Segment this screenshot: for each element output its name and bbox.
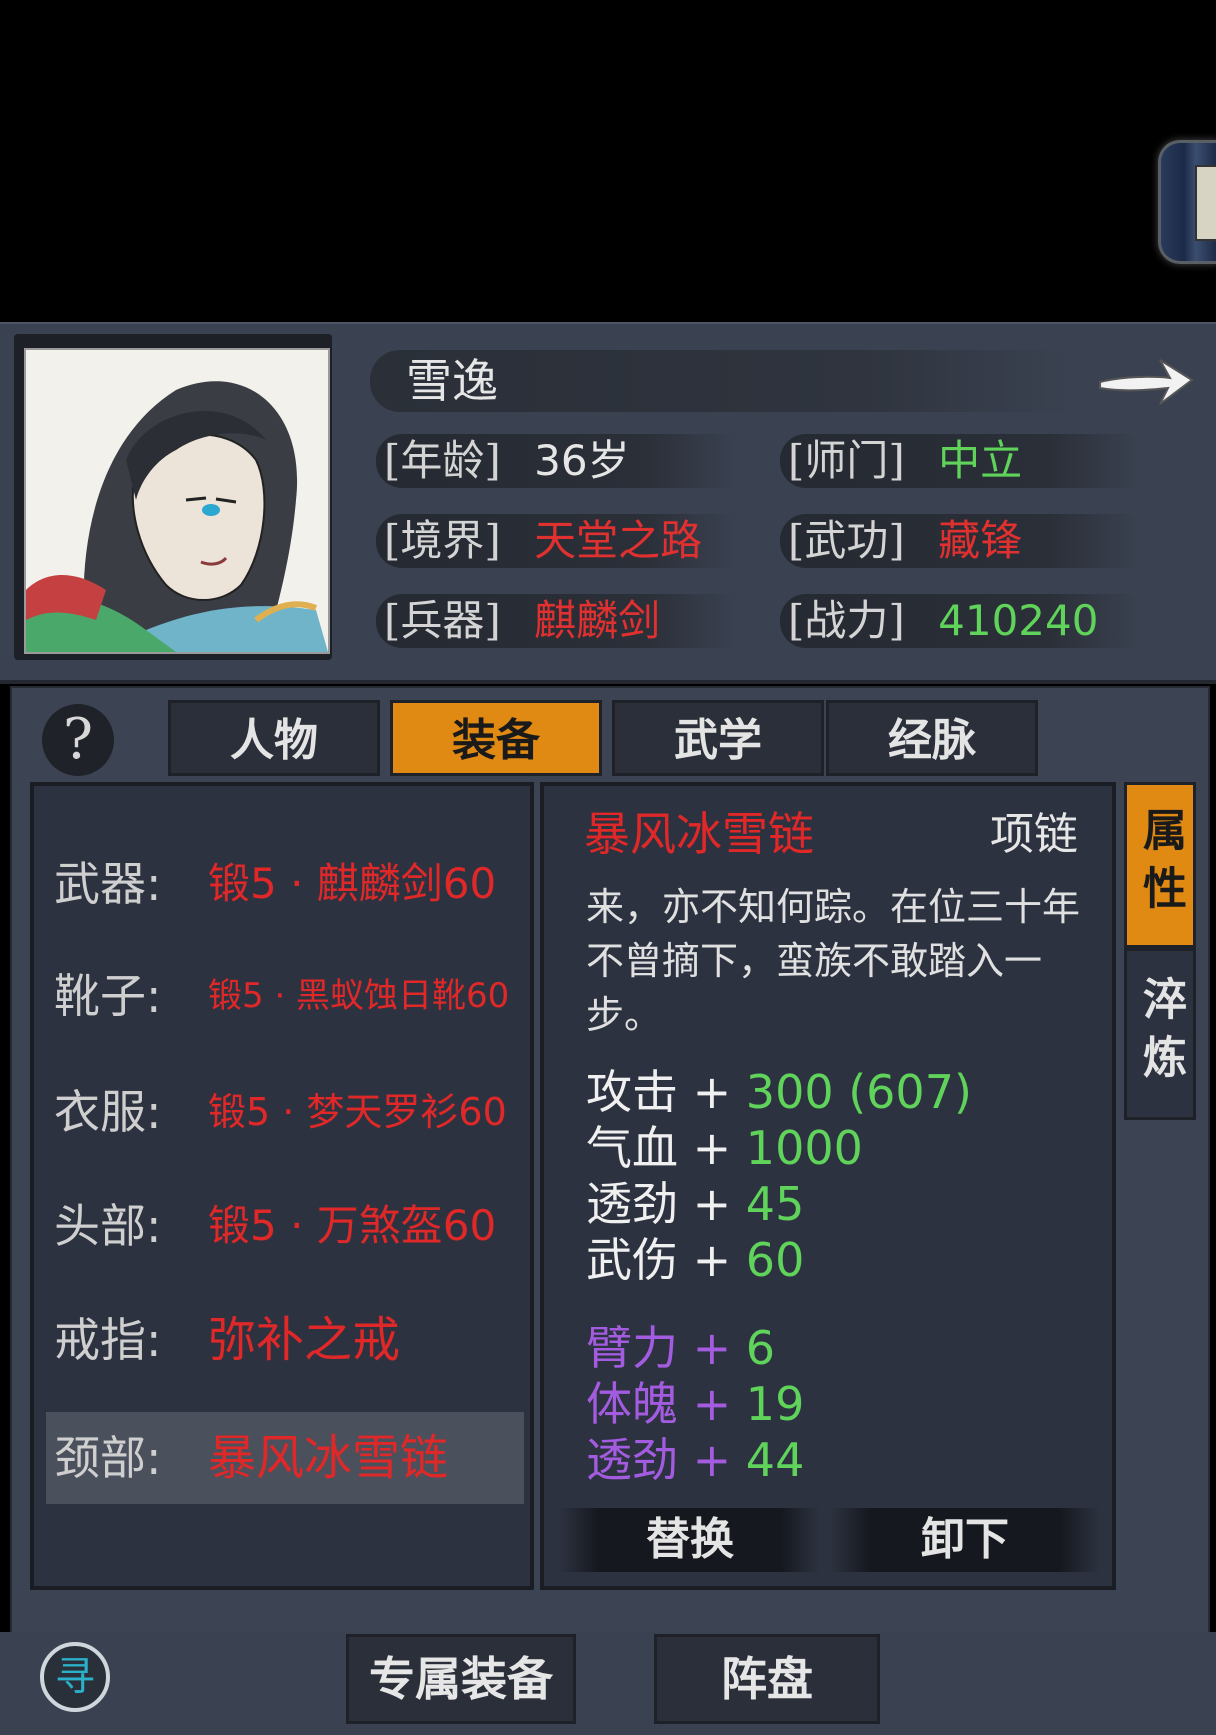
formation-button[interactable]: 阵盘 [654,1634,880,1724]
replace-button[interactable]: 替换 [560,1508,820,1572]
slot-label: 靴子: [54,969,162,1023]
stat-row: 气血 + 1000 [586,1120,863,1176]
stat-name: 臂力 [586,1321,678,1375]
stat-plus: + [692,1065,732,1119]
info-label: [兵器] [384,596,501,645]
seek-icon[interactable]: 寻 [40,1642,110,1712]
stat-value: 6 [745,1321,776,1375]
slot-head[interactable]: 头部: 锻5 · 万煞盔60 [46,1180,524,1272]
scroll-menu-icon[interactable] [1158,140,1216,264]
stat-plus: + [692,1321,732,1375]
info-sect: [师门] 中立 [788,430,1022,492]
info-value: 天堂之路 [534,516,703,565]
stat-name: 攻击 [586,1065,678,1119]
info-weapon: [兵器] 麒麟剑 [384,590,660,652]
slot-neck[interactable]: 颈部: 暴风冰雪链 [46,1412,524,1504]
tab-martial-arts[interactable]: 武学 [612,700,824,776]
slot-value: 弥补之戒 [208,1312,401,1368]
stat-plus: + [692,1121,732,1175]
slot-label: 衣服: [54,1085,162,1139]
info-label: [战力] [788,596,905,645]
stat-plus: + [692,1233,732,1287]
slot-label: 戒指: [54,1313,162,1367]
side-tab-label: 属性 [1135,807,1186,923]
slot-value: 锻5 · 黑蚁蚀日靴60 [208,976,510,1016]
stat-name: 透劲 [586,1177,678,1231]
slot-value: 锻5 · 梦天罗衫60 [208,1090,507,1134]
slot-value: 锻5 · 万煞盔60 [208,1201,497,1250]
tab-equipment[interactable]: 装备 [390,700,602,776]
bonus-stat-row: 体魄 + 19 [586,1376,804,1432]
stat-name: 气血 [586,1121,678,1175]
item-description: 来，亦不知何踪。在位三十年不曾摘下，蛮族不敢踏入一步。 [586,885,1081,1037]
stat-plus: + [692,1433,732,1487]
info-value: 麒麟剑 [534,596,661,645]
slot-ring[interactable]: 戒指: 弥补之戒 [46,1294,524,1386]
info-value: 36岁 [534,436,630,485]
stat-value: 45 [745,1177,805,1231]
tab-character[interactable]: 人物 [168,700,380,776]
stat-name: 武伤 [586,1233,678,1287]
info-martial-art: [武功] 藏锋 [788,510,1022,572]
stat-plus: + [692,1377,732,1431]
side-tab-refine[interactable]: 淬炼 [1124,948,1196,1120]
stat-name: 透劲 [586,1433,678,1487]
item-name: 暴风冰雪链 [584,807,814,861]
character-portrait [24,348,330,654]
slot-value: 锻5 · 麒麟剑60 [208,859,497,908]
stat-name: 体魄 [586,1377,678,1431]
slot-label: 武器: [54,857,162,911]
slot-weapon[interactable]: 武器: 锻5 · 麒麟剑60 [46,838,524,930]
info-label: [年龄] [384,436,501,485]
info-age: [年龄] 36岁 [384,430,630,492]
bonus-stat-row: 臂力 + 6 [586,1320,775,1376]
next-character-arrow-icon[interactable] [1094,342,1198,414]
side-tab-label: 淬炼 [1135,976,1186,1092]
help-button[interactable]: ? [42,704,114,776]
stat-value: 1000 [745,1121,863,1175]
info-realm: [境界] 天堂之路 [384,510,702,572]
bottom-bar [0,1632,1216,1735]
slot-boots[interactable]: 靴子: 锻5 · 黑蚁蚀日靴60 [46,950,524,1042]
exclusive-equipment-button[interactable]: 专属装备 [346,1634,576,1724]
tab-meridians[interactable]: 经脉 [826,700,1038,776]
side-tab-attributes[interactable]: 属性 [1124,782,1196,948]
info-label: [师门] [788,436,905,485]
unequip-button[interactable]: 卸下 [830,1508,1100,1572]
stat-value: 19 [745,1377,805,1431]
stat-plus: + [692,1177,732,1231]
info-value: 藏锋 [938,516,1023,565]
info-label: [武功] [788,516,905,565]
stat-value: 60 [745,1233,805,1287]
stat-value: 44 [745,1433,805,1487]
item-type: 项链 [990,809,1078,860]
slot-value: 暴风冰雪链 [208,1430,449,1486]
stat-row: 攻击 + 300 (607) [586,1064,972,1120]
stat-row: 透劲 + 45 [586,1176,804,1232]
character-name: 雪逸 [406,354,498,408]
slot-label: 头部: [54,1199,162,1253]
slot-label: 颈部: [54,1431,162,1485]
info-combat-power: [战力] 410240 [788,590,1098,652]
slot-clothes[interactable]: 衣服: 锻5 · 梦天罗衫60 [46,1066,524,1158]
bonus-stat-row: 透劲 + 44 [586,1432,804,1488]
info-value: 410240 [938,596,1099,645]
info-label: [境界] [384,516,501,565]
stat-value: 300 (607) [745,1065,972,1119]
info-value: 中立 [938,436,1023,485]
stat-row: 武伤 + 60 [586,1232,804,1288]
